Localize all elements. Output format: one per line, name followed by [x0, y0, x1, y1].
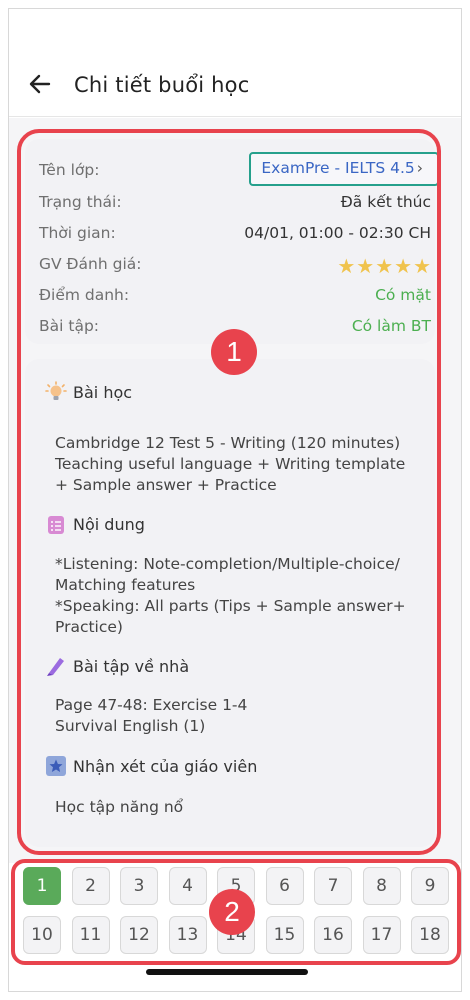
top-bar: Chi tiết buổi học — [9, 9, 461, 117]
arrow-left-icon — [29, 74, 51, 94]
annotation-badge-2: 2 — [209, 889, 255, 935]
home-indicator — [146, 969, 308, 975]
app-screen: Chi tiết buổi học Tên lớp: ExamPre - IEL… — [8, 8, 462, 992]
page-title: Chi tiết buổi học — [74, 73, 250, 97]
back-button[interactable] — [27, 71, 59, 103]
annotation-box-1 — [17, 129, 441, 855]
annotation-badge-1: 1 — [211, 329, 257, 375]
